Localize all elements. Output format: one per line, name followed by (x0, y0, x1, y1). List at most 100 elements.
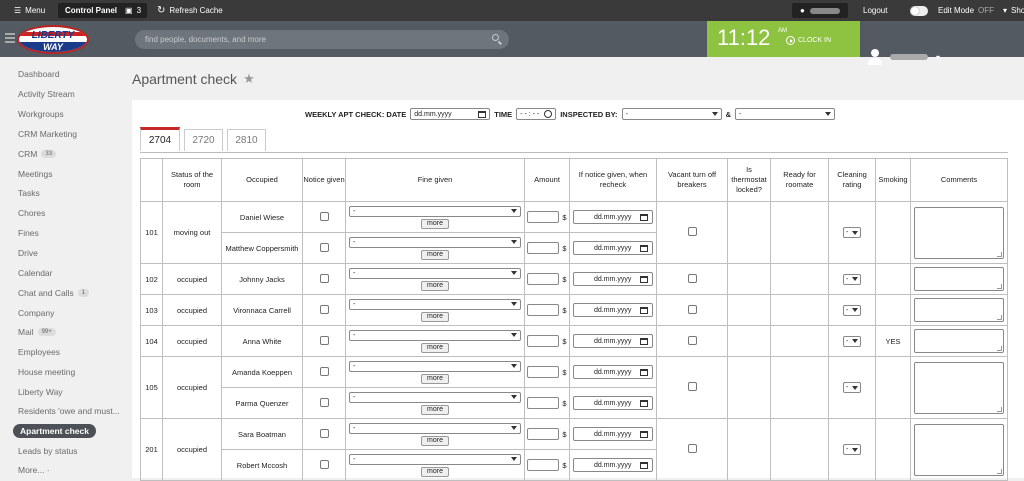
notice-given-checkbox[interactable] (319, 459, 329, 469)
recheck-date-input[interactable]: dd.mm.yyyy (573, 396, 653, 410)
fine-select[interactable]: - (349, 391, 521, 403)
sidebar-item-house-meeting[interactable]: House meeting (18, 367, 75, 377)
sidebar-item-crm[interactable]: CRM 33 (18, 149, 57, 159)
more-button[interactable]: more (421, 311, 449, 322)
user-profile-button[interactable]: ● (792, 3, 848, 18)
fine-select[interactable]: - (349, 329, 521, 341)
star-icon[interactable]: ★ (243, 71, 255, 87)
inspector-select-2[interactable]: - (734, 108, 835, 120)
amount-input[interactable] (527, 304, 560, 316)
breakers-checkbox[interactable] (687, 227, 697, 236)
comments-textarea[interactable] (914, 423, 1004, 476)
edit-mode-toggle[interactable] (910, 5, 928, 16)
tab-2810[interactable]: 2810 (227, 129, 266, 151)
sidebar-toggle-icon[interactable] (5, 33, 15, 45)
sidebar-item-crm-marketing[interactable]: CRM Marketing (18, 129, 77, 139)
cleaning-rating-select[interactable]: - (843, 304, 861, 316)
notice-given-checkbox[interactable] (319, 304, 329, 314)
notice-given-checkbox[interactable] (319, 211, 329, 221)
sidebar-item-dashboard[interactable]: Dashboard (18, 69, 60, 79)
breakers-checkbox[interactable] (687, 382, 697, 391)
notice-given-checkbox[interactable] (319, 242, 329, 252)
search-input[interactable]: find people, documents, and more (135, 30, 509, 49)
sidebar-item-calendar[interactable]: Calendar (18, 268, 53, 278)
logout-link[interactable]: Logout (863, 6, 887, 15)
breakers-checkbox[interactable] (687, 304, 697, 314)
recheck-date-input[interactable]: dd.mm.yyyy (573, 272, 653, 286)
sidebar-item-more[interactable]: More... · (18, 465, 50, 475)
amount-input[interactable] (527, 335, 560, 347)
sidebar-item-residents[interactable]: Residents 'owe and must... (18, 406, 120, 416)
fine-select[interactable]: - (349, 236, 521, 248)
clock-in-button[interactable]: CLOCK IN (786, 36, 831, 45)
more-button[interactable]: more (421, 404, 449, 415)
fine-select[interactable]: - (349, 205, 521, 217)
notice-given-checkbox[interactable] (319, 397, 329, 407)
sidebar-item-company[interactable]: Company (18, 308, 54, 318)
sidebar-item-meetings[interactable]: Meetings (18, 169, 53, 179)
fine-select[interactable]: - (349, 298, 521, 310)
cleaning-rating-select[interactable]: - (843, 444, 861, 455)
comments-textarea[interactable] (914, 267, 1004, 291)
more-button[interactable]: more (421, 342, 449, 353)
header-user-menu[interactable]: ▾ (868, 49, 940, 65)
search-icon[interactable] (492, 34, 499, 41)
recheck-date-input[interactable]: dd.mm.yyyy (573, 365, 653, 379)
tab-2720[interactable]: 2720 (184, 129, 223, 151)
sidebar-item-tasks[interactable]: Tasks (18, 188, 40, 198)
sidebar-item-activity-stream[interactable]: Activity Stream (18, 89, 75, 99)
sidebar-item-apartment-check[interactable]: Apartment check (13, 424, 96, 438)
cleaning-rating-select[interactable]: - (843, 273, 861, 285)
breakers-checkbox[interactable] (687, 273, 697, 283)
amount-input[interactable] (527, 459, 560, 471)
more-button[interactable]: more (421, 280, 449, 291)
show-menu[interactable]: ▾Show (1003, 0, 1024, 21)
amount-input[interactable] (527, 273, 560, 285)
cleaning-rating-select[interactable]: - (843, 382, 861, 393)
recheck-date-input[interactable]: dd.mm.yyyy (573, 334, 653, 348)
comments-textarea[interactable] (914, 329, 1004, 353)
comments-textarea[interactable] (914, 298, 1004, 322)
notice-given-checkbox[interactable] (319, 428, 329, 438)
sidebar-item-fines[interactable]: Fines (18, 228, 39, 238)
amount-input[interactable] (527, 428, 560, 440)
comments-textarea[interactable] (914, 361, 1004, 414)
fine-select[interactable]: - (349, 267, 521, 279)
fine-select[interactable]: - (349, 360, 521, 372)
sidebar-item-chat-and-calls[interactable]: Chat and Calls 1 (18, 288, 90, 298)
cleaning-rating-select[interactable]: - (843, 335, 861, 347)
sidebar-item-drive[interactable]: Drive (18, 248, 38, 258)
breakers-checkbox[interactable] (687, 444, 697, 453)
sidebar-item-employees[interactable]: Employees (18, 347, 60, 357)
more-button[interactable]: more (421, 218, 449, 229)
more-button[interactable]: more (421, 435, 449, 446)
inspector-select-1[interactable]: - (621, 108, 722, 120)
notice-given-checkbox[interactable] (319, 273, 329, 283)
menu-button[interactable]: ☰ Menu (14, 0, 45, 21)
more-button[interactable]: more (421, 466, 449, 477)
sidebar-item-chores[interactable]: Chores (18, 208, 45, 218)
time-input[interactable]: - - : - - (516, 108, 557, 120)
sidebar-item-leads-by-status[interactable]: Leads by status (18, 446, 78, 456)
fine-select[interactable]: - (349, 453, 521, 465)
amount-input[interactable] (527, 211, 560, 223)
amount-input[interactable] (527, 242, 560, 254)
notifications-button[interactable]: ▣ 3 (119, 3, 148, 18)
recheck-date-input[interactable]: dd.mm.yyyy (573, 241, 653, 255)
recheck-date-input[interactable]: dd.mm.yyyy (573, 458, 653, 472)
notice-given-checkbox[interactable] (319, 335, 329, 345)
recheck-date-input[interactable]: dd.mm.yyyy (573, 210, 653, 224)
more-button[interactable]: more (421, 249, 449, 260)
tab-2704[interactable]: 2704 (140, 127, 180, 151)
amount-input[interactable] (527, 366, 560, 378)
cleaning-rating-select[interactable]: - (843, 227, 861, 238)
sidebar-item-workgroups[interactable]: Workgroups (18, 109, 64, 119)
recheck-date-input[interactable]: dd.mm.yyyy (573, 427, 653, 441)
control-panel-button[interactable]: Control Panel (58, 3, 125, 18)
date-input[interactable]: dd.mm.yyyy (410, 108, 491, 120)
fine-select[interactable]: - (349, 422, 521, 434)
refresh-cache-button[interactable]: ↻ Refresh Cache (157, 0, 223, 21)
comments-textarea[interactable] (914, 206, 1004, 259)
sidebar-item-liberty-way[interactable]: Liberty Way (18, 387, 63, 397)
notice-given-checkbox[interactable] (319, 366, 329, 376)
